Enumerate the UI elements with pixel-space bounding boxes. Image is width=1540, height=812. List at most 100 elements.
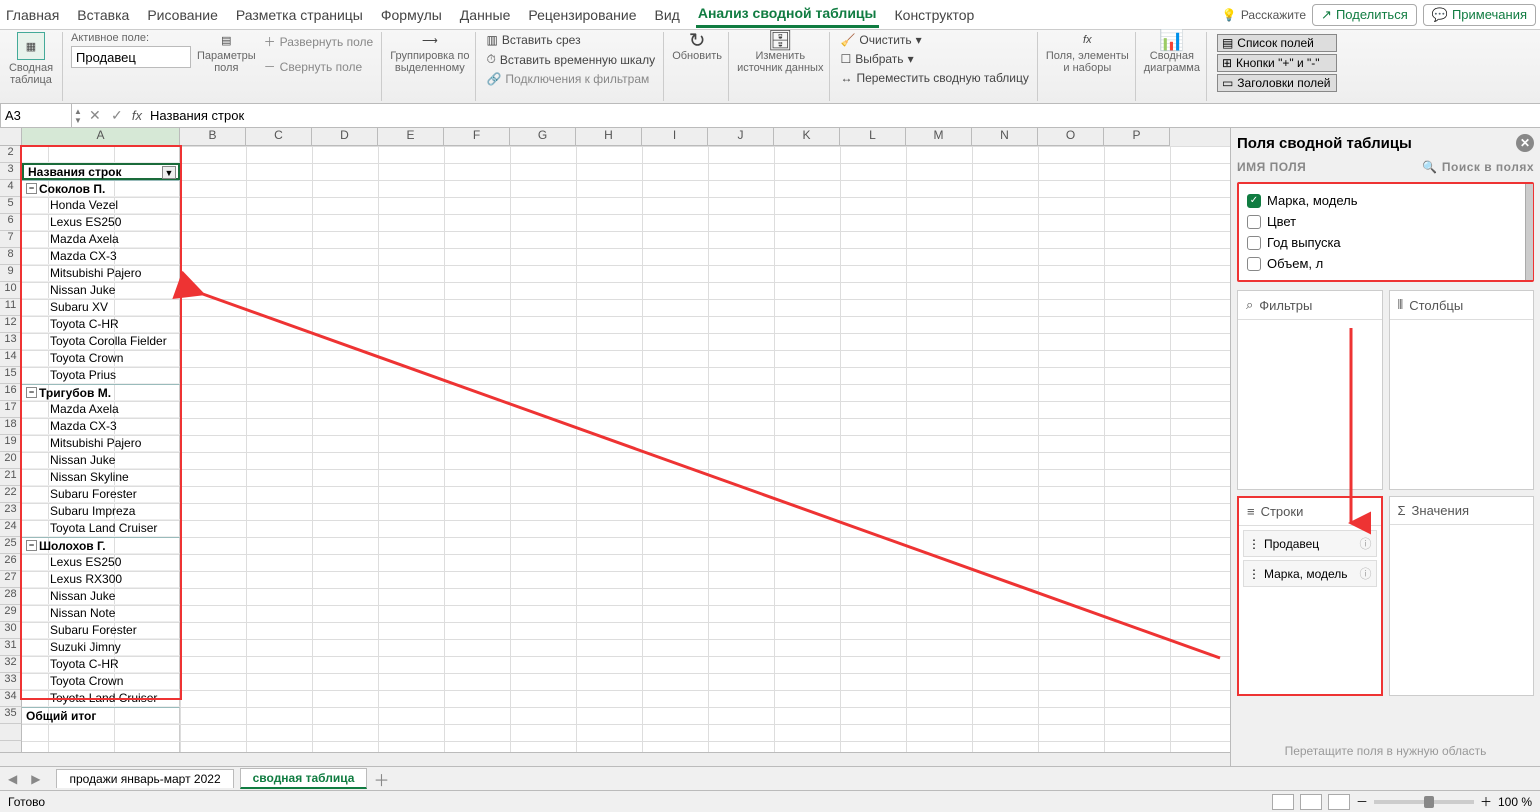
info-icon[interactable]: ⓘ xyxy=(1359,565,1371,582)
pivot-row[interactable]: Mitsubishi Pajero xyxy=(22,265,180,282)
row-header[interactable]: 21 xyxy=(0,469,22,486)
pivot-chart-button[interactable]: 📊 Сводная диаграмма xyxy=(1144,32,1200,74)
sheet-nav-next[interactable]: ▶ xyxy=(27,772,44,786)
column-header[interactable]: K xyxy=(774,128,840,146)
row-header[interactable]: 34 xyxy=(0,690,22,707)
row-header[interactable]: 7 xyxy=(0,231,22,248)
row-header[interactable]: 22 xyxy=(0,486,22,503)
info-icon[interactable]: ⓘ xyxy=(1359,535,1371,552)
column-header[interactable]: G xyxy=(510,128,576,146)
pivot-row[interactable]: Suzuki Jimny xyxy=(22,639,180,656)
pivot-row[interactable]: Mazda Axela xyxy=(22,231,180,248)
row-header[interactable]: 33 xyxy=(0,673,22,690)
select-button[interactable]: ☐ Выбрать ▾ xyxy=(838,51,1030,67)
column-header[interactable]: M xyxy=(906,128,972,146)
pivot-row[interactable]: −Соколов П. xyxy=(22,180,180,197)
column-header[interactable]: D xyxy=(312,128,378,146)
row-header[interactable]: 9 xyxy=(0,265,22,282)
column-header[interactable]: C xyxy=(246,128,312,146)
row-header[interactable]: 15 xyxy=(0,367,22,384)
group-selection-button[interactable]: ⟶ Группировка по выделенному xyxy=(390,32,469,74)
tab-3[interactable]: Разметка страницы xyxy=(234,3,365,27)
formula-input[interactable]: Названия строк xyxy=(146,108,1540,123)
close-panel-icon[interactable]: ✕ xyxy=(1516,134,1534,152)
pivot-row[interactable]: Nissan Juke xyxy=(22,452,180,469)
field-row[interactable]: Цвет xyxy=(1243,211,1528,232)
sheet-nav-prev[interactable]: ◀ xyxy=(4,772,21,786)
row-header[interactable]: 2 xyxy=(0,146,22,163)
horizontal-scrollbar[interactable] xyxy=(0,752,1230,766)
tab-6[interactable]: Рецензирование xyxy=(526,3,638,27)
pivot-row[interactable]: Mitsubishi Pajero xyxy=(22,435,180,452)
column-header[interactable]: L xyxy=(840,128,906,146)
clear-button[interactable]: 🧹 Очистить ▾ xyxy=(838,32,1030,48)
zoom-out-button[interactable]: － xyxy=(1356,793,1368,810)
pivot-row[interactable]: Toyota Land Cruiser xyxy=(22,690,180,707)
row-header[interactable]: 17 xyxy=(0,401,22,418)
row-header[interactable]: 32 xyxy=(0,656,22,673)
field-settings-button[interactable]: ▤ Параметры поля xyxy=(197,32,256,74)
field-search[interactable]: 🔍 Поиск в полях xyxy=(1422,160,1534,174)
pivot-row[interactable]: Toyota C-HR xyxy=(22,656,180,673)
active-field-input[interactable] xyxy=(71,46,191,68)
add-sheet-button[interactable]: ＋ xyxy=(373,767,389,791)
row-header[interactable]: 24 xyxy=(0,520,22,537)
pivot-row[interactable]: −Тригубов М. xyxy=(22,384,180,401)
tab-9[interactable]: Конструктор xyxy=(893,3,977,27)
pivot-row[interactable]: Названия строк▼ xyxy=(22,163,180,180)
row-header[interactable]: 19 xyxy=(0,435,22,452)
pivot-row[interactable]: Nissan Juke xyxy=(22,282,180,299)
expand-field-button[interactable]: ＋ Развернуть поле xyxy=(262,32,376,51)
row-header[interactable] xyxy=(0,741,22,752)
column-header[interactable]: B xyxy=(180,128,246,146)
row-header[interactable]: 30 xyxy=(0,622,22,639)
insert-slicer-button[interactable]: ▥ Вставить срез xyxy=(484,32,657,48)
insert-timeline-button[interactable]: ⏱ Вставить временную шкалу xyxy=(484,51,657,68)
filters-zone[interactable]: ⌕Фильтры xyxy=(1237,290,1383,490)
fields-items-button[interactable]: fx Поля, элементы и наборы xyxy=(1046,32,1129,74)
field-headers-toggle[interactable]: ▭ Заголовки полей xyxy=(1217,74,1337,92)
pivot-row[interactable]: Nissan Note xyxy=(22,605,180,622)
zoom-in-button[interactable]: ＋ xyxy=(1480,793,1492,810)
values-zone[interactable]: ΣЗначения xyxy=(1389,496,1535,696)
row-header[interactable]: 8 xyxy=(0,248,22,265)
field-list-toggle[interactable]: ▤ Список полей xyxy=(1217,34,1337,52)
pivot-row[interactable]: Toyota C-HR xyxy=(22,316,180,333)
pivot-row[interactable]: Общий итог xyxy=(22,707,180,724)
name-box[interactable]: A3 xyxy=(0,104,72,127)
change-source-button[interactable]: 🗄 Изменить источник данных xyxy=(737,32,823,74)
column-header[interactable]: A xyxy=(22,128,180,146)
pivot-row[interactable]: Mazda CX-3 xyxy=(22,418,180,435)
column-header[interactable]: E xyxy=(378,128,444,146)
column-header[interactable]: N xyxy=(972,128,1038,146)
row-header[interactable]: 14 xyxy=(0,350,22,367)
pivot-row[interactable]: Mazda CX-3 xyxy=(22,248,180,265)
pivot-row[interactable]: Toyota Corolla Fielder xyxy=(22,333,180,350)
row-header[interactable]: 12 xyxy=(0,316,22,333)
pivot-row[interactable]: Lexus RX300 xyxy=(22,571,180,588)
row-header[interactable]: 16 xyxy=(0,384,22,401)
tab-7[interactable]: Вид xyxy=(653,3,682,27)
row-header[interactable]: 11 xyxy=(0,299,22,316)
checkbox-icon[interactable] xyxy=(1247,215,1261,229)
pivot-row[interactable]: Subaru Impreza xyxy=(22,503,180,520)
row-header[interactable]: 3 xyxy=(0,163,22,180)
sheet-tab[interactable]: сводная таблица xyxy=(240,768,368,789)
pivot-row[interactable]: Honda Vezel xyxy=(22,197,180,214)
column-header[interactable]: J xyxy=(708,128,774,146)
column-header[interactable]: P xyxy=(1104,128,1170,146)
pivot-row[interactable]: Toyota Crown xyxy=(22,350,180,367)
row-header[interactable]: 18 xyxy=(0,418,22,435)
row-header[interactable]: 23 xyxy=(0,503,22,520)
collapse-icon[interactable]: − xyxy=(26,183,37,194)
cancel-formula-icon[interactable]: ✕ xyxy=(84,107,106,124)
page-break-view-icon[interactable] xyxy=(1328,794,1350,810)
checkbox-icon[interactable] xyxy=(1247,236,1261,250)
tab-8[interactable]: Анализ сводной таблицы xyxy=(696,1,879,28)
field-list-scrollbar[interactable] xyxy=(1525,184,1533,280)
name-box-stepper[interactable]: ▲▼ xyxy=(72,107,84,125)
row-header[interactable] xyxy=(0,724,22,741)
pivot-row[interactable]: Toyota Prius xyxy=(22,367,180,384)
row-header[interactable]: 5 xyxy=(0,197,22,214)
tell-me[interactable]: 💡 Расскажите xyxy=(1222,4,1306,26)
